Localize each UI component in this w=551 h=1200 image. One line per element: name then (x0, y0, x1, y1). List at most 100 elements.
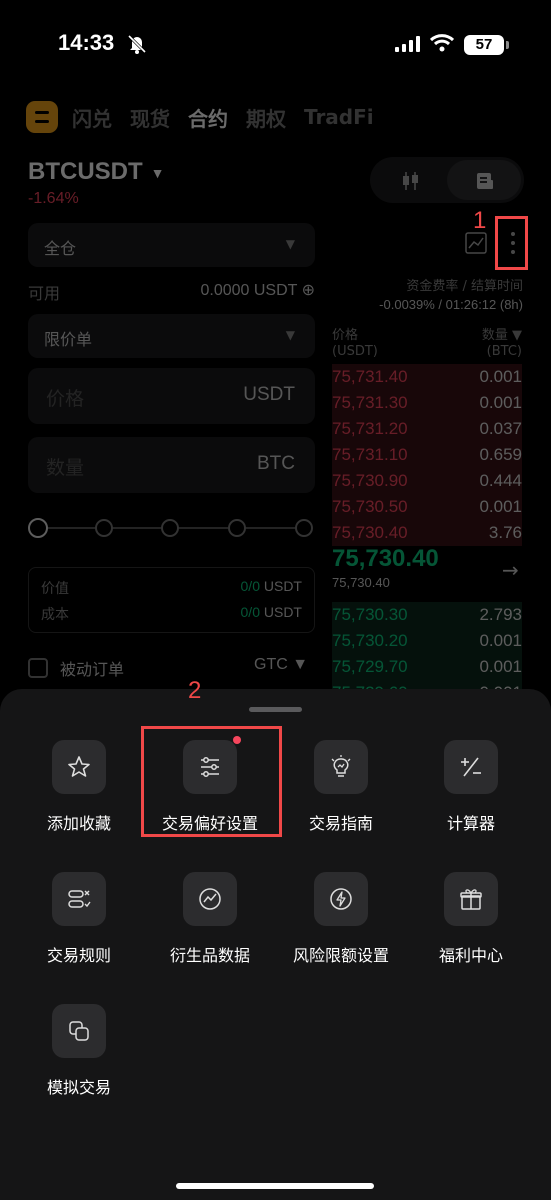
menu-item-favorite[interactable]: 添加收藏 (14, 740, 144, 834)
passive-order-toggle[interactable]: 被动订单 (28, 656, 124, 680)
arrow-right-icon[interactable]: → (502, 558, 519, 582)
tif-label: GTC (254, 656, 288, 673)
chevron-down-icon: ▼ (285, 328, 295, 342)
bid-price: 75,730.30 (332, 605, 408, 624)
status-bar: 14:33 57 (0, 0, 551, 90)
ask-row[interactable]: 75,731.30 0.001 (332, 390, 522, 416)
slider-stop[interactable] (95, 519, 113, 537)
last-price[interactable]: 75,730.40 75,730.40 (332, 545, 439, 590)
symbol-label: BTCUSDT (28, 158, 143, 185)
lightning-icon (314, 872, 368, 926)
ask-row[interactable]: 75,731.10 0.659 (332, 442, 522, 468)
menu-item-demo-trading[interactable]: 模拟交易 (14, 1004, 144, 1098)
tab-spot[interactable]: 现货 (130, 103, 170, 132)
ask-row[interactable]: 75,730.50 0.001 (332, 494, 522, 520)
available-balance: 可用 0.0000 USDT ⊕ (28, 280, 315, 304)
ask-row[interactable]: 75,731.20 0.037 (332, 416, 522, 442)
sheet-handle[interactable] (249, 707, 302, 712)
quantity-placeholder: 数量 (46, 457, 85, 479)
rules-icon (52, 872, 106, 926)
chevron-down-icon: ▼ (150, 164, 165, 181)
order-type-select[interactable]: 限价单 ▼ (28, 314, 315, 358)
menu-item-trading-guide[interactable]: 交易指南 (276, 740, 406, 834)
price-unit: USDT (243, 384, 295, 405)
menu-item-derivatives-data[interactable]: 衍生品数据 (145, 872, 275, 966)
star-icon (52, 740, 106, 794)
price-header-unit: (USDT) (332, 344, 378, 359)
bid-price: 75,730.20 (332, 631, 408, 650)
cost-unit: USDT (263, 604, 302, 620)
bid-row[interactable]: 75,730.20 0.001 (332, 628, 522, 654)
ask-price: 75,730.90 (332, 471, 408, 490)
bid-row[interactable]: 75,729.70 0.001 (332, 654, 522, 680)
tab-swap[interactable]: 闪兑 (72, 103, 112, 132)
signal-icon (395, 36, 420, 52)
last-price-value: 75,730.40 (332, 545, 439, 572)
mark-price-value: 75,730.40 (332, 575, 390, 590)
passive-order-label: 被动订单 (60, 660, 125, 679)
menu-item-label: 福利中心 (438, 946, 503, 965)
order-view-button[interactable] (447, 160, 521, 200)
menu-item-trading-rules[interactable]: 交易规则 (14, 872, 144, 966)
ask-price: 75,731.20 (332, 419, 408, 438)
add-circle-icon[interactable]: ⊕ (302, 282, 315, 299)
qty-header-unit: (BTC) (486, 344, 522, 359)
menu-item-calculator[interactable]: 计算器 (406, 740, 536, 834)
slider-stop[interactable] (28, 518, 48, 538)
price-placeholder: 价格 (46, 388, 85, 410)
menu-item-label: 交易指南 (308, 814, 373, 833)
bell-slash-icon (127, 34, 147, 54)
menu-item-label: 风险限额设置 (292, 946, 389, 965)
checkbox[interactable] (28, 658, 48, 678)
calculator-icon (444, 740, 498, 794)
ask-price: 75,731.30 (332, 393, 408, 412)
view-toggle[interactable] (370, 157, 524, 203)
annotation-number-2: 2 (188, 677, 202, 704)
slider-stop[interactable] (161, 519, 179, 537)
slider-stop[interactable] (228, 519, 246, 537)
ask-qty: 3.76 (488, 523, 522, 542)
candlestick-view-button[interactable] (373, 160, 447, 200)
home-indicator[interactable] (176, 1183, 374, 1189)
gift-icon (444, 872, 498, 926)
time-in-force-select[interactable]: GTC ▼ (254, 656, 308, 674)
quantity-slider[interactable] (28, 517, 315, 539)
ask-row[interactable]: 75,731.40 0.001 (332, 364, 522, 390)
ask-qty: 0.659 (479, 445, 522, 464)
price-input[interactable]: 价格 USDT (28, 368, 315, 424)
ask-qty: 0.001 (479, 367, 522, 386)
annotation-box-1 (495, 216, 528, 270)
ask-row[interactable]: 75,730.90 0.444 (332, 468, 522, 494)
orderbook-header: 价格 (USDT) 数量 ▼ (BTC) (332, 328, 522, 359)
candlestick-icon (403, 172, 418, 190)
ask-qty: 0.001 (479, 393, 522, 412)
tab-futures[interactable]: 合约 (188, 103, 228, 132)
bid-row[interactable]: 75,730.30 2.793 (332, 602, 522, 628)
annotation-number-1: 1 (473, 207, 487, 234)
available-value: 0.0000 USDT (200, 282, 298, 299)
chevron-down-icon: ▼ (285, 237, 295, 251)
symbol-selector[interactable]: BTCUSDT ▼ (28, 158, 165, 186)
funding-label: 资金费率 / 结算时间 (406, 279, 523, 294)
bid-qty: 2.793 (479, 605, 522, 624)
chart-circle-icon (183, 872, 237, 926)
tab-options[interactable]: 期权 (246, 103, 286, 132)
ask-price: 75,731.10 (332, 445, 408, 464)
ask-qty: 0.037 (479, 419, 522, 438)
menu-item-rewards-center[interactable]: 福利中心 (406, 872, 536, 966)
margin-mode-select[interactable]: 全仓 ▼ (28, 223, 315, 267)
ask-price: 75,730.40 (332, 523, 408, 542)
menu-item-risk-limit[interactable]: 风险限额设置 (276, 872, 406, 966)
wifi-icon (430, 34, 454, 52)
value-amount: 0/0 (240, 578, 260, 594)
slider-stop[interactable] (295, 519, 313, 537)
ask-row[interactable]: 75,730.40 3.76 (332, 520, 522, 546)
available-label: 可用 (28, 284, 61, 303)
ask-qty: 0.001 (479, 497, 522, 516)
tab-tradfi[interactable]: TradFi (304, 105, 374, 129)
quantity-input[interactable]: 数量 BTC (28, 437, 315, 493)
annotation-box-2 (141, 726, 282, 837)
chart-icon[interactable] (465, 232, 487, 254)
menu-item-label: 添加收藏 (46, 814, 111, 833)
battery-icon: 57 (464, 35, 509, 55)
